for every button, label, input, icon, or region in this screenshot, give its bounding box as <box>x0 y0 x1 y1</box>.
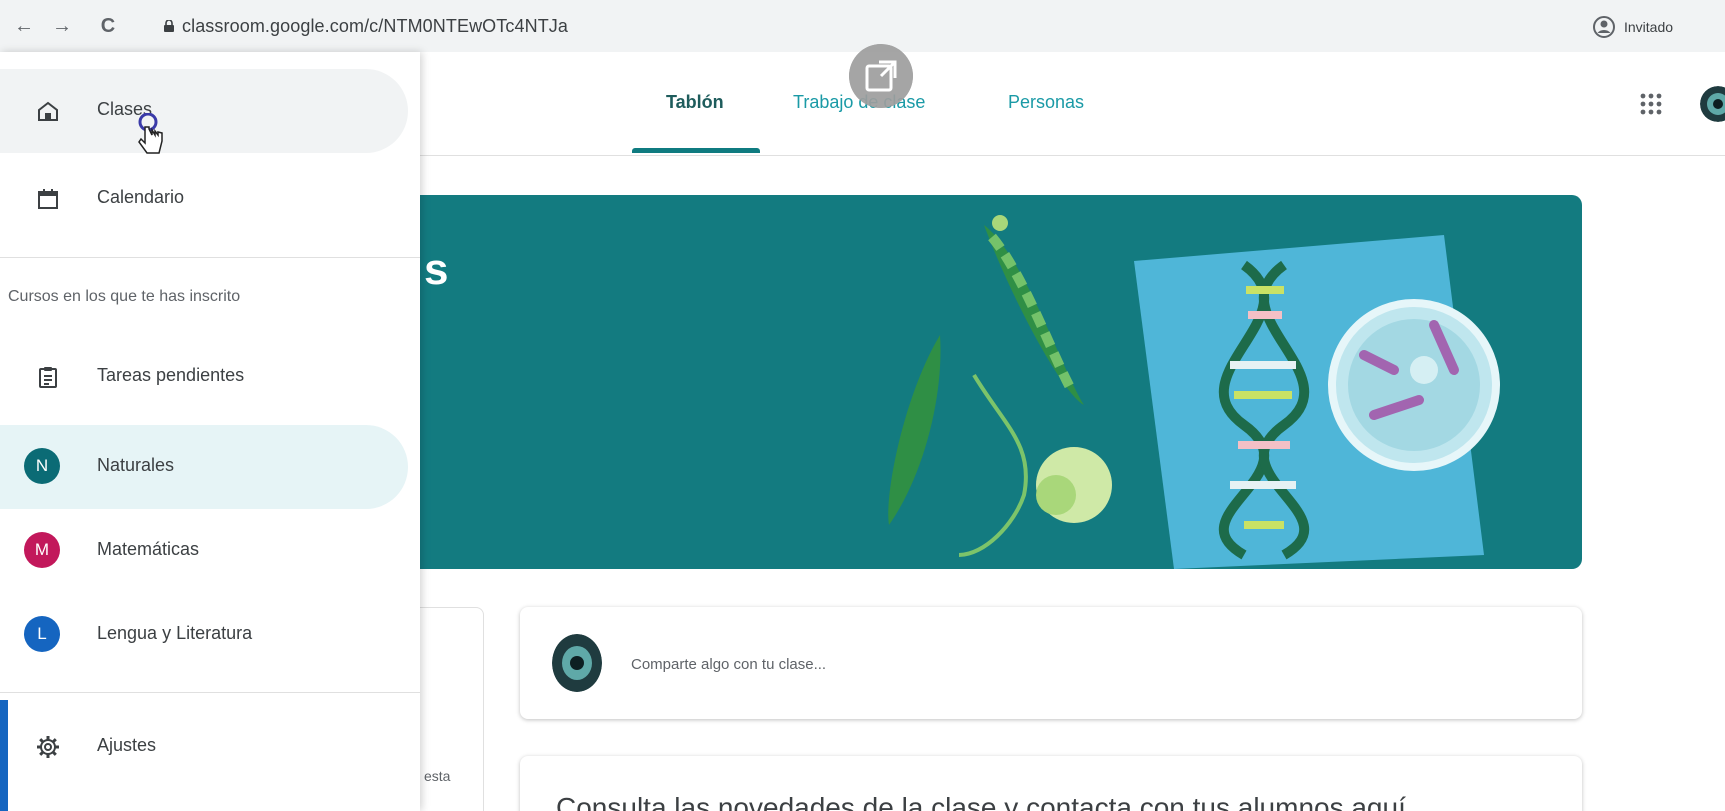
calendar-icon <box>38 189 58 209</box>
drawer-item-clases[interactable]: Clases <box>0 69 408 153</box>
profile-label: Invitado <box>1624 19 1674 35</box>
drawer-item-calendario[interactable]: Calendario <box>0 157 408 241</box>
home-icon <box>38 101 58 121</box>
info-text: Consulta las novedades de la clase y con… <box>556 792 1406 811</box>
profile-chip[interactable]: Invitado <box>1592 12 1673 42</box>
drawer-item-naturales[interactable]: N Naturales <box>0 425 408 509</box>
drawer-divider <box>0 692 420 693</box>
account-circle-icon <box>1593 16 1615 38</box>
gear-icon <box>37 736 59 758</box>
forward-button[interactable]: → <box>50 14 74 38</box>
class-banner <box>384 195 1582 569</box>
lock-icon <box>164 20 174 32</box>
drawer-item-lengua-y-literatura[interactable]: L Lengua y Literatura <box>0 593 408 677</box>
drawer-section-title: Cursos en los que te has inscrito <box>8 288 241 305</box>
course-avatar: N <box>24 448 60 484</box>
back-button[interactable]: ← <box>12 14 36 38</box>
screen-edge-overlay <box>0 700 8 811</box>
navigation-drawer: Clases Calendario Cursos en los que te h… <box>0 52 420 811</box>
drawer-item-label: Tareas pendientes <box>97 365 245 385</box>
tab-personas[interactable]: Personas <box>1008 92 1084 113</box>
drawer-item-label: Calendario <box>97 187 185 207</box>
drawer-divider <box>0 257 420 258</box>
drawer-item-label: Naturales <box>97 455 175 475</box>
tab-tablon[interactable]: Tablón <box>666 92 724 113</box>
course-avatar: L <box>24 616 60 652</box>
active-tab-indicator <box>632 148 760 153</box>
hand-cursor-icon <box>138 113 163 154</box>
clipboard-icon <box>39 367 57 388</box>
address-url: classroom.google.com/c/NTM0NTEwOTc4NTJa <box>182 16 568 36</box>
class-title: s <box>424 245 449 294</box>
reload-button[interactable]: C <box>96 14 120 38</box>
popout-icon[interactable] <box>849 44 913 108</box>
drawer-item-label: Ajustes <box>97 735 157 755</box>
apps-grid-icon[interactable] <box>1640 93 1662 115</box>
share-avatar <box>552 634 602 692</box>
upcoming-card-text: esta <box>424 768 451 784</box>
drawer-item-label: Lengua y Literatura <box>97 623 253 643</box>
drawer-item-label: Matemáticas <box>97 539 200 559</box>
drawer-item-ajustes[interactable]: Ajustes <box>0 705 408 789</box>
drawer-item-matematicas[interactable]: M Matemáticas <box>0 509 408 593</box>
biology-illustration <box>888 215 1500 569</box>
share-placeholder: Comparte algo con tu clase... <box>631 656 827 673</box>
course-avatar: M <box>24 532 60 568</box>
drawer-item-tareas-pendientes[interactable]: Tareas pendientes <box>0 335 408 419</box>
